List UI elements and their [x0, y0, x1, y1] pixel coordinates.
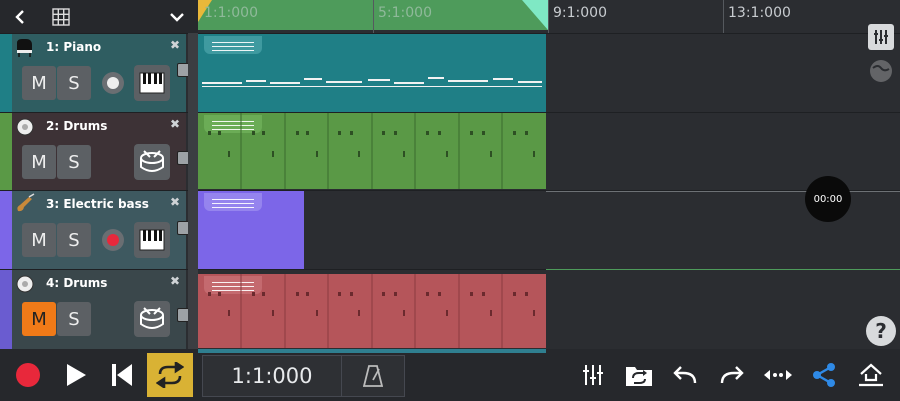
ruler-mark-label: 1:1:000 [204, 5, 258, 21]
globe-music-icon[interactable] [868, 58, 894, 84]
mute-button[interactable]: M [22, 302, 56, 336]
ruler-bar-line [548, 0, 549, 33]
track-panel[interactable]: 4: Drums ✖ M S [12, 270, 186, 349]
metronome-icon[interactable] [341, 355, 405, 397]
track-piano: 1: Piano ✖ M S [0, 33, 198, 112]
record-arm-button[interactable] [102, 72, 124, 94]
piano-keys-icon[interactable] [134, 222, 170, 258]
track-panel[interactable]: 1: Piano ✖ M S [12, 34, 186, 112]
back-chevron-icon[interactable] [8, 4, 34, 30]
solo-button[interactable]: S [57, 302, 91, 336]
expand-horizontal-icon[interactable] [758, 355, 798, 395]
track-electric-bass: 3: Electric bass ✖ M S [0, 190, 198, 269]
drum-kit-icon [16, 118, 34, 136]
clip-beats [208, 274, 535, 348]
timeline-ruler[interactable]: 1:1:000 5:1:000 9:1:000 13:1:000 [198, 0, 900, 33]
electric-bass-icon [17, 193, 35, 212]
redo-icon[interactable] [712, 355, 752, 395]
track-title[interactable]: 1: Piano [46, 40, 101, 54]
position-display[interactable]: 1:1:000 [202, 355, 342, 397]
record-button[interactable] [8, 355, 48, 395]
loop-icon[interactable] [147, 353, 193, 397]
drum-clip[interactable] [198, 113, 546, 189]
track-panel[interactable]: 3: Electric bass ✖ M S [12, 191, 186, 269]
undo-icon[interactable] [665, 355, 705, 395]
close-icon[interactable]: ✖ [170, 38, 180, 52]
solo-button[interactable]: S [57, 145, 91, 179]
drum-icon[interactable] [134, 144, 170, 180]
close-icon[interactable]: ✖ [170, 117, 180, 131]
play-icon[interactable] [56, 355, 96, 395]
timer-badge: 00:00 [805, 176, 851, 222]
track-list-scrollbar[interactable] [188, 33, 198, 349]
share-icon[interactable] [804, 355, 844, 395]
timeline-scrollbar[interactable] [198, 349, 546, 353]
record-arm-button[interactable] [102, 229, 124, 251]
drum-kit-icon [16, 275, 34, 293]
mixer-sliders-icon[interactable] [573, 355, 613, 395]
mute-button[interactable]: M [22, 145, 56, 179]
mute-button[interactable]: M [22, 223, 56, 257]
track-color-stripe [0, 34, 12, 112]
drum-clip[interactable] [198, 274, 546, 348]
expand-chevron-down-icon[interactable] [164, 4, 190, 30]
ruler-bar-line [373, 0, 374, 33]
close-icon[interactable]: ✖ [170, 274, 180, 288]
track-color-stripe [0, 113, 12, 190]
track-title[interactable]: 2: Drums [46, 119, 107, 133]
export-icon[interactable] [851, 355, 891, 395]
track-color-stripe [0, 191, 12, 269]
close-icon[interactable]: ✖ [170, 195, 180, 209]
grid-view-icon[interactable] [48, 4, 74, 30]
lane-divider [546, 269, 900, 270]
drum-icon[interactable] [134, 301, 170, 337]
track-header-bar [0, 0, 198, 33]
piano-keys-icon[interactable] [134, 65, 170, 101]
track-drums-1: 2: Drums ✖ M S [0, 112, 198, 190]
track-panel[interactable]: 2: Drums ✖ M S [12, 113, 186, 190]
midi-clip[interactable] [198, 191, 304, 269]
help-button[interactable]: ? [866, 316, 896, 346]
clip-beats [208, 113, 535, 189]
transport-bar: 1:1:000 [0, 349, 900, 401]
mute-button[interactable]: M [22, 66, 56, 100]
grand-piano-icon [17, 39, 32, 57]
midi-clip[interactable] [198, 34, 546, 112]
track-title[interactable]: 3: Electric bass [46, 197, 149, 211]
lane-drums-2[interactable] [198, 269, 900, 349]
ruler-bar-line [723, 0, 724, 33]
clip-notes [202, 77, 542, 87]
mixer-icon[interactable] [868, 24, 894, 50]
lane-electric-bass[interactable] [198, 190, 900, 269]
track-color-stripe [0, 270, 12, 349]
lane-drums-1[interactable] [198, 112, 900, 190]
solo-button[interactable]: S [57, 66, 91, 100]
ruler-mark-label: 13:1:000 [728, 5, 791, 21]
folder-sync-icon[interactable] [619, 355, 659, 395]
ruler-mark-label: 9:1:000 [553, 5, 607, 21]
clip-handle[interactable] [204, 193, 262, 211]
solo-button[interactable]: S [57, 223, 91, 257]
rewind-to-start-icon[interactable] [102, 355, 142, 395]
ruler-mark-label: 5:1:000 [378, 5, 432, 21]
track-drums-2: 4: Drums ✖ M S [0, 269, 198, 349]
lane-piano[interactable] [198, 33, 900, 112]
track-title[interactable]: 4: Drums [46, 276, 107, 290]
